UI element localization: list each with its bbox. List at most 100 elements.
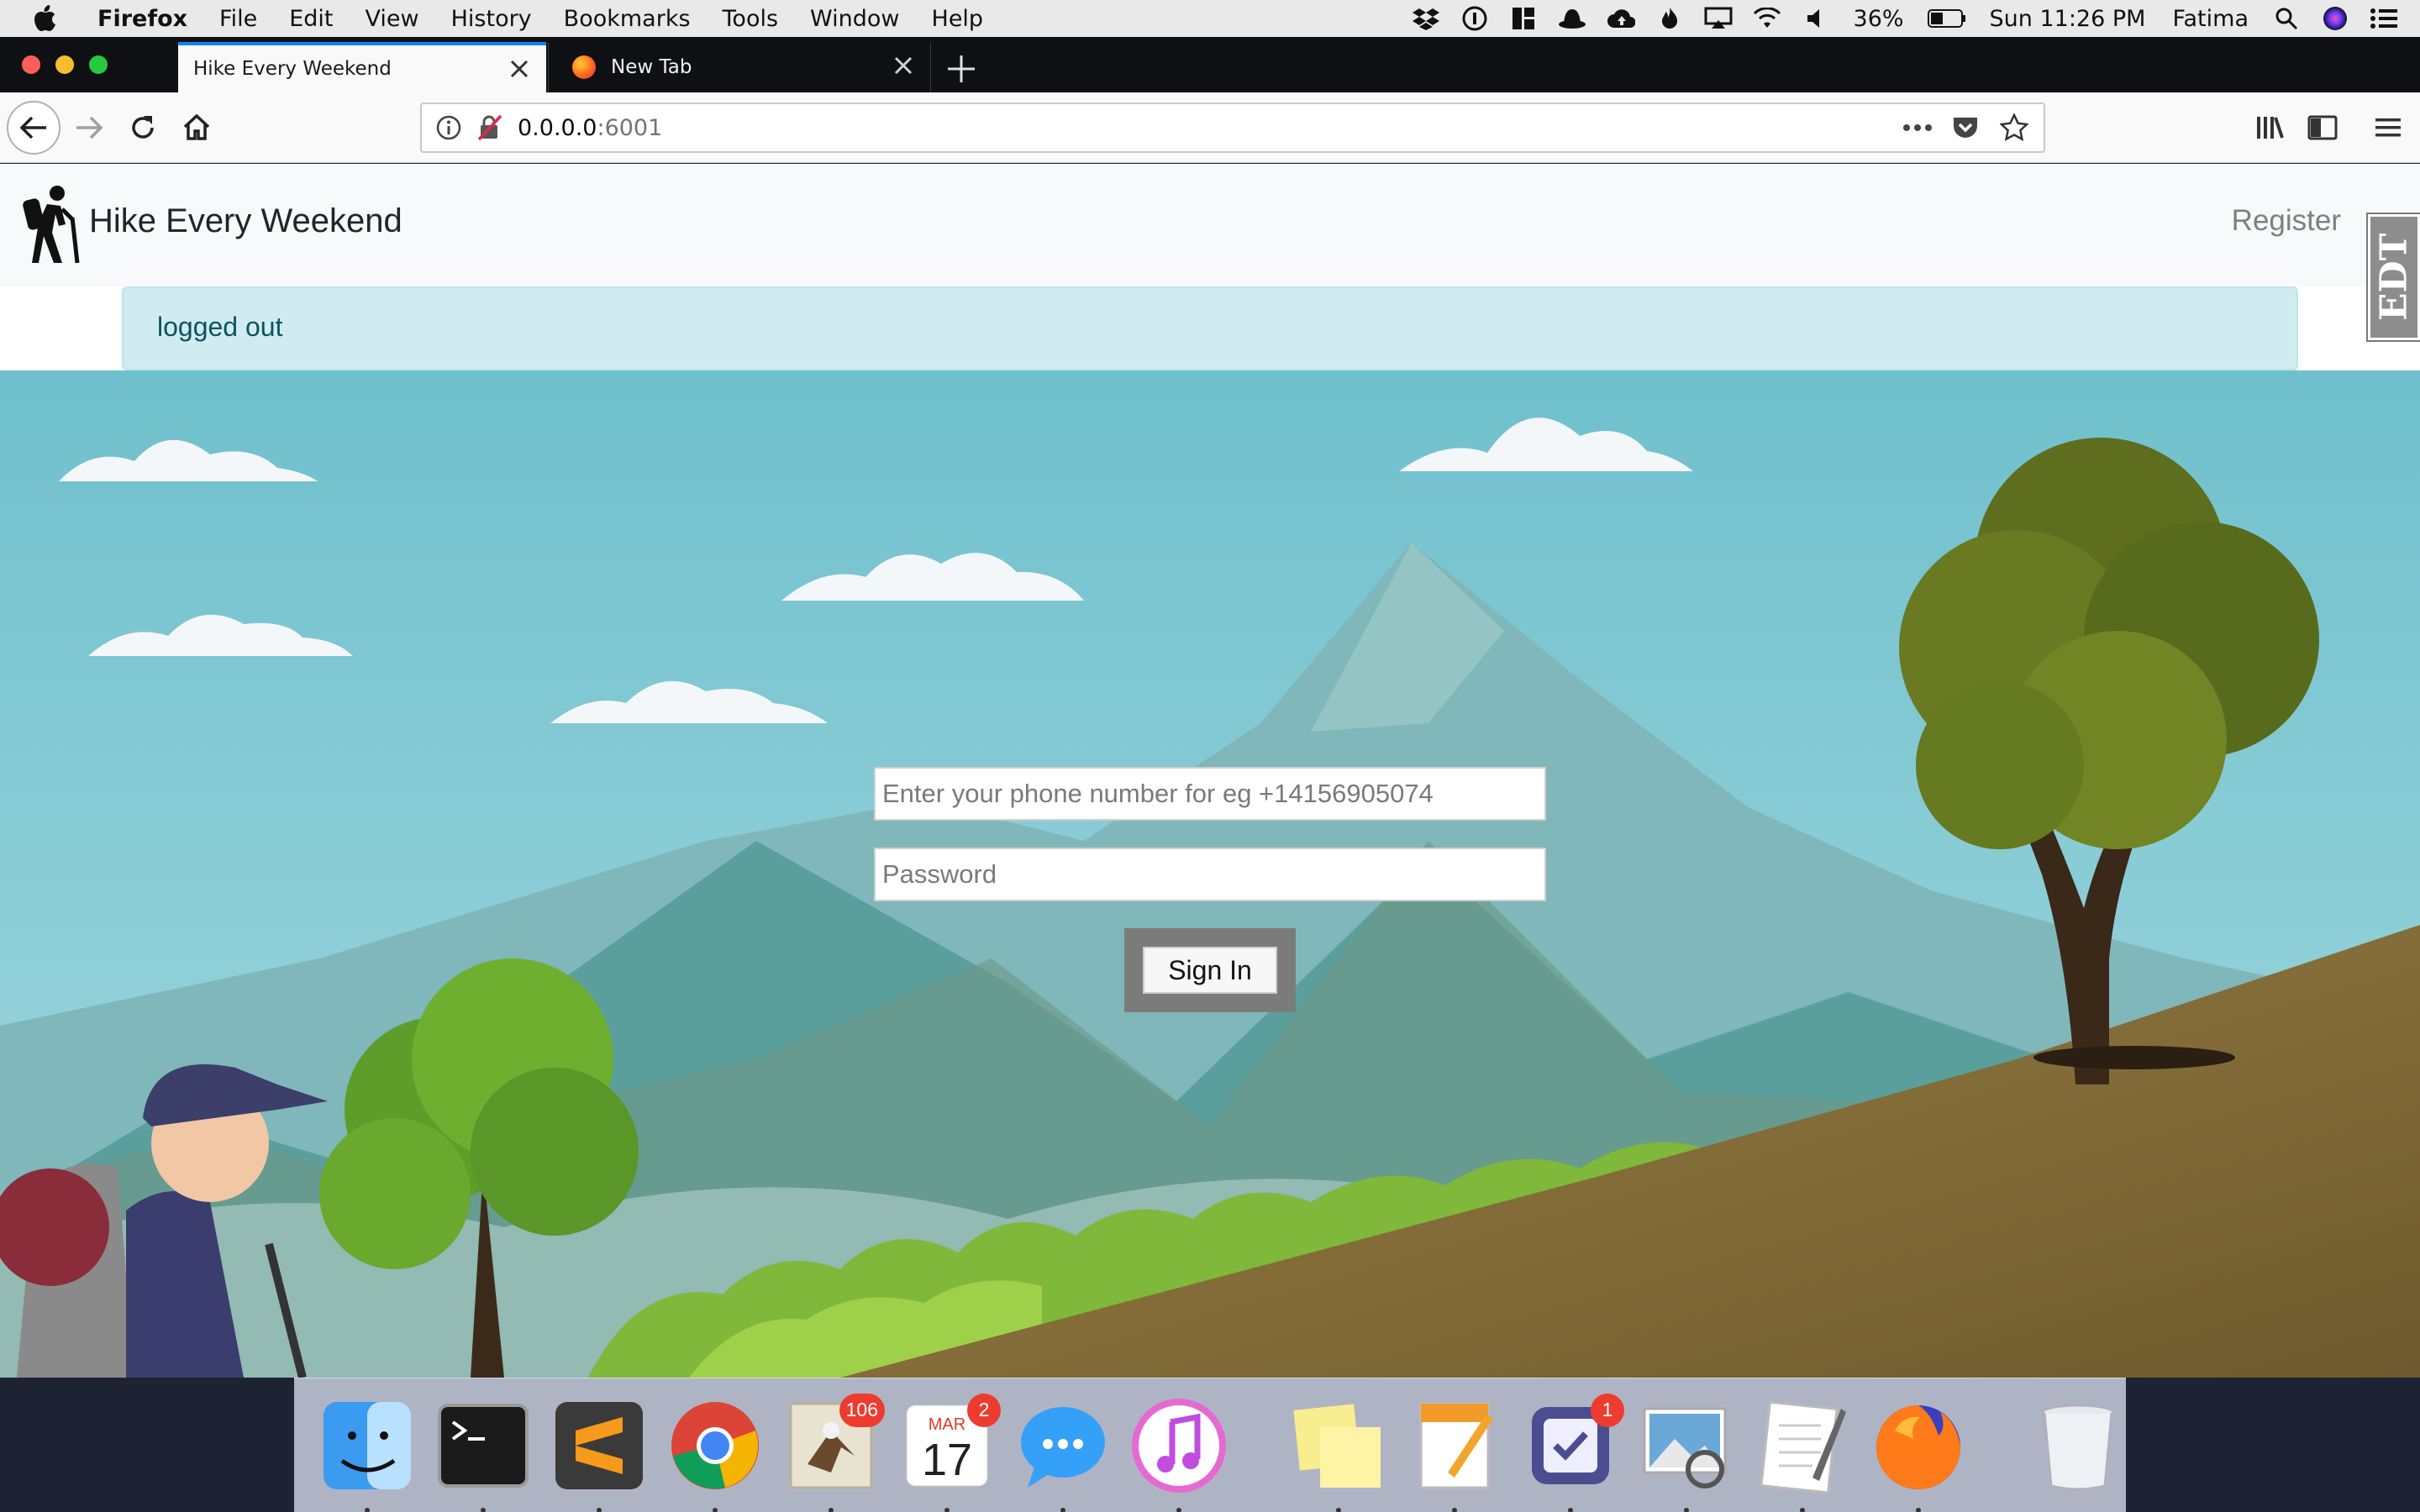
menu-tools[interactable]: Tools <box>723 6 779 32</box>
site-navbar: Hike Every Weekend Register EDT <box>0 164 2420 342</box>
register-link[interactable]: Register <box>2232 204 2341 238</box>
page-actions-icon[interactable] <box>1902 123 1933 132</box>
window-minimize-button[interactable] <box>55 55 74 74</box>
tab-close-icon[interactable] <box>509 59 529 79</box>
calendar-icon[interactable]: MAR 17 2 <box>898 1393 1001 1512</box>
menu-help[interactable]: Help <box>932 6 984 32</box>
browser-toolbar: 0.0.0.0:6001 <box>0 92 2420 163</box>
site-info-icon[interactable] <box>435 114 462 141</box>
signin-form: Sign In <box>874 767 1546 1012</box>
chrome-icon[interactable] <box>666 1397 764 1512</box>
menu-window[interactable]: Window <box>810 6 899 32</box>
phone-number-input[interactable] <box>874 767 1546 821</box>
browser-tab-strip: Hike Every Weekend New Tab <box>0 37 2420 92</box>
hat-icon[interactable] <box>1558 6 1586 31</box>
edt-extension-badge[interactable]: EDT <box>2366 213 2420 342</box>
window-close-button[interactable] <box>22 55 40 74</box>
window-zoom-button[interactable] <box>89 55 108 74</box>
hamburger-menu-icon[interactable] <box>2370 109 2407 146</box>
insecure-lock-icon[interactable] <box>477 114 502 141</box>
flame-icon[interactable] <box>1655 6 1684 31</box>
wifi-icon[interactable] <box>1753 6 1781 31</box>
back-arrow-icon[interactable] <box>7 101 60 155</box>
cloud-upload-icon[interactable] <box>1607 6 1635 31</box>
menu-view[interactable]: View <box>366 6 419 32</box>
omnifocus-icon[interactable]: 1 <box>1522 1393 1624 1512</box>
url-port: :6001 <box>597 114 663 141</box>
menu-bookmarks[interactable]: Bookmarks <box>564 6 691 32</box>
spotlight-search-icon[interactable] <box>2272 6 2301 31</box>
tab-title: New Tab <box>611 56 692 78</box>
itunes-icon[interactable] <box>1130 1397 1228 1512</box>
omnifocus-badge: 1 <box>1591 1393 1624 1427</box>
forward-arrow-icon[interactable] <box>64 102 114 153</box>
bookmark-star-icon[interactable] <box>2000 113 2028 142</box>
running-indicator <box>1800 1507 1805 1512</box>
running-indicator <box>1684 1507 1689 1512</box>
preview-icon[interactable] <box>1638 1397 1735 1512</box>
stickies-icon[interactable] <box>1290 1397 1387 1512</box>
running-indicator <box>1568 1507 1573 1512</box>
macos-menu-bar: Firefox File Edit View History Bookmarks… <box>0 0 2420 37</box>
tiles-icon[interactable] <box>1509 6 1538 31</box>
calendar-day: 17 <box>921 1434 973 1485</box>
battery-icon[interactable] <box>1927 6 1966 31</box>
pocket-icon[interactable] <box>1951 115 1980 140</box>
running-indicator <box>829 1507 834 1512</box>
hiker-logo-icon[interactable] <box>18 184 86 265</box>
finder-icon[interactable] <box>318 1397 416 1512</box>
menu-app-firefox[interactable]: Firefox <box>97 6 187 32</box>
url-bar[interactable]: 0.0.0.0:6001 <box>420 102 2045 153</box>
siri-icon[interactable] <box>2321 6 2349 31</box>
running-indicator <box>1452 1507 1457 1512</box>
running-indicator <box>713 1507 718 1512</box>
running-indicator <box>1176 1507 1181 1512</box>
brand-name[interactable]: Hike Every Weekend <box>89 202 402 240</box>
signin-button-frame: Sign In <box>1124 928 1296 1012</box>
sidebar-toggle-icon[interactable] <box>2304 109 2341 146</box>
menu-history[interactable]: History <box>451 6 532 32</box>
macos-dock: 106 MAR 17 2 1 <box>294 1378 2126 1512</box>
menu-file[interactable]: File <box>219 6 257 32</box>
signin-button[interactable]: Sign In <box>1143 947 1277 994</box>
textedit-icon[interactable] <box>1754 1397 1851 1512</box>
pages-icon[interactable] <box>1406 1397 1503 1512</box>
reload-icon[interactable] <box>118 102 168 153</box>
password-input[interactable] <box>874 848 1546 901</box>
new-tab-plus-icon[interactable] <box>944 52 978 86</box>
running-indicator <box>1060 1507 1065 1512</box>
trash-icon[interactable] <box>2029 1397 2127 1494</box>
apple-menu-icon[interactable] <box>32 4 64 33</box>
tab-new-tab[interactable]: New Tab <box>548 42 931 92</box>
1password-icon[interactable] <box>1460 6 1489 31</box>
airplay-icon[interactable] <box>1704 6 1733 31</box>
running-indicator <box>944 1507 950 1512</box>
running-indicator <box>481 1507 486 1512</box>
alert-message: logged out <box>157 312 283 342</box>
notification-center-icon[interactable] <box>2370 6 2398 31</box>
menu-edit[interactable]: Edit <box>289 6 333 32</box>
dropbox-icon[interactable] <box>1412 6 1440 31</box>
running-indicator <box>597 1507 602 1512</box>
firefox-icon[interactable] <box>1870 1397 1967 1512</box>
mail-unread-badge: 106 <box>839 1393 885 1427</box>
menubar-user-name[interactable]: Fatima <box>2172 6 2249 32</box>
sublime-text-icon[interactable] <box>550 1397 648 1512</box>
battery-percent: 36% <box>1853 5 1904 32</box>
running-indicator <box>365 1507 370 1512</box>
home-icon[interactable] <box>171 102 222 153</box>
logged-out-alert: logged out <box>122 286 2298 370</box>
tab-hike-every-weekend[interactable]: Hike Every Weekend <box>178 42 546 92</box>
messages-icon[interactable] <box>1014 1397 1112 1512</box>
running-indicator <box>1336 1507 1341 1512</box>
tab-close-icon[interactable] <box>893 55 913 76</box>
menubar-clock[interactable]: Sun 11:26 PM <box>1990 6 2146 32</box>
url-host: 0.0.0.0 <box>518 114 597 141</box>
mail-icon[interactable]: 106 <box>782 1393 885 1512</box>
library-icon[interactable] <box>2252 109 2289 146</box>
firefox-favicon-icon <box>572 55 596 79</box>
page-viewport: Hike Every Weekend Register EDT logged o… <box>0 164 2420 1378</box>
calendar-badge: 2 <box>967 1393 1001 1427</box>
volume-icon[interactable] <box>1802 6 1830 31</box>
terminal-icon[interactable] <box>434 1397 532 1512</box>
